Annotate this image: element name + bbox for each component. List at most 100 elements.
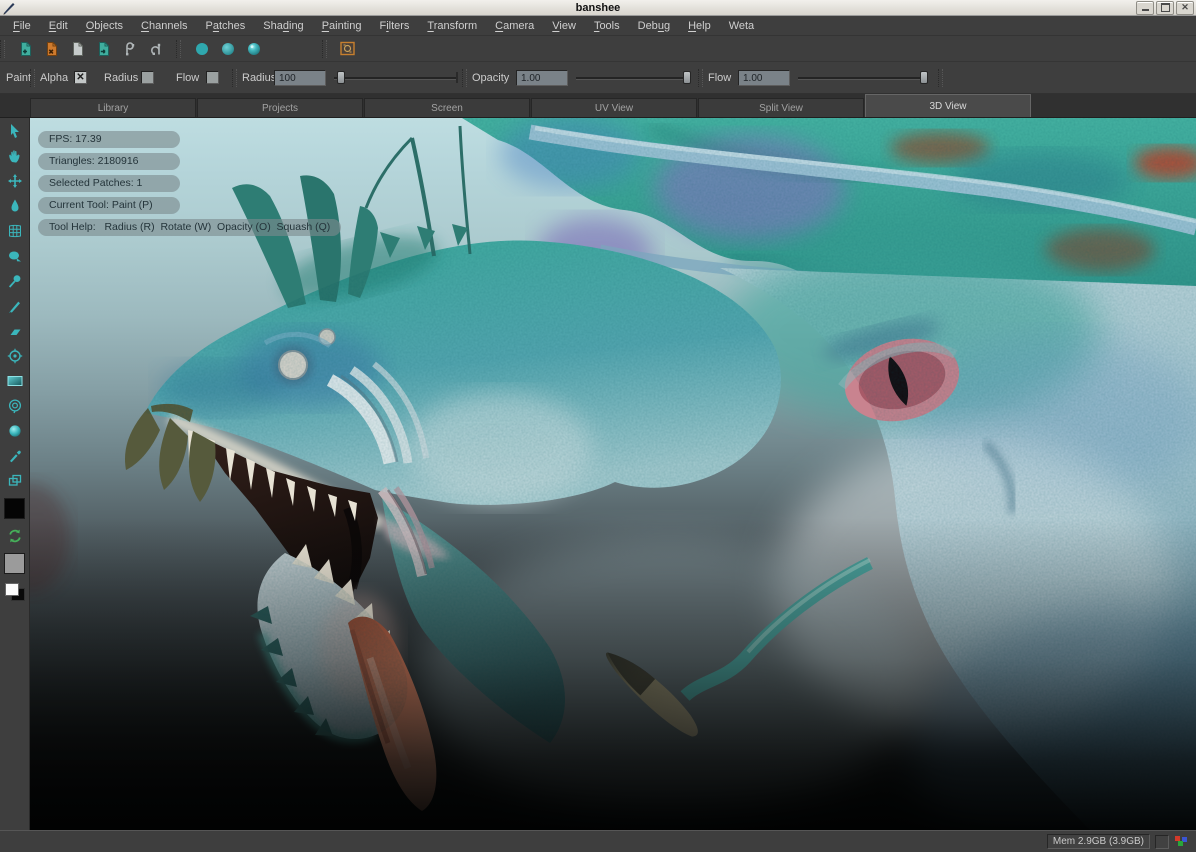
status-mini-box [1155, 835, 1169, 849]
window-title: banshee [0, 2, 1196, 14]
shading-shaded-icon[interactable] [219, 40, 236, 57]
alpha-label: Alpha [40, 72, 68, 84]
flow-toggle-checkbox[interactable] [206, 71, 219, 84]
lasso-tool[interactable] [5, 398, 25, 414]
open-project-icon[interactable] [69, 40, 86, 57]
opacity-slider[interactable] [576, 70, 690, 86]
radius-slider-handle[interactable] [337, 71, 345, 84]
menu-item[interactable]: Weta [720, 18, 763, 34]
view-tab[interactable]: 3D View [865, 94, 1031, 117]
menu-item[interactable]: File [4, 18, 40, 34]
projection-icon[interactable] [339, 40, 356, 57]
view-tab[interactable]: Split View [698, 98, 864, 117]
tool-sidebar [0, 118, 30, 830]
rgb-channels-icon [1174, 835, 1188, 848]
new-project-icon[interactable] [17, 40, 34, 57]
main-area: FPS: 17.39Triangles: 2180916Selected Pat… [0, 118, 1196, 830]
close-button[interactable]: ✕ [1176, 1, 1194, 15]
swap-colors-icon[interactable] [5, 528, 25, 544]
opacity-slider-handle[interactable] [683, 71, 691, 84]
import-icon[interactable] [95, 40, 112, 57]
pan-tool[interactable] [5, 148, 25, 164]
menu-item[interactable]: Camera [486, 18, 543, 34]
slider-groove [334, 77, 458, 80]
flow-field[interactable]: 1.00 [738, 70, 790, 86]
menu-item[interactable]: View [543, 18, 585, 34]
menu-item[interactable]: Shading [254, 18, 312, 34]
radius-slider[interactable] [334, 70, 458, 86]
paint-option-bar: Paint Alpha Radius Flow Radius 100 Opaci… [0, 62, 1196, 94]
hud-pill: FPS: 17.39 [38, 131, 180, 148]
minimize-button[interactable] [1136, 1, 1154, 15]
hud-pill: Tool Help: Radius (R) Rotate (W) Opacity… [38, 219, 341, 236]
radius-field[interactable]: 100 [274, 70, 326, 86]
select-tool[interactable] [5, 123, 25, 139]
view-tab[interactable]: Screen [364, 98, 530, 117]
default-colors-icon[interactable] [5, 583, 25, 601]
toolbar-grip [698, 69, 703, 87]
projection-group [327, 40, 368, 57]
radius-toggle-label: Radius [104, 72, 138, 84]
background-color-swatch[interactable] [4, 553, 25, 574]
memory-indicator: Mem 2.9GB (3.9GB) [1047, 834, 1150, 849]
viewport-3d[interactable]: FPS: 17.39Triangles: 2180916Selected Pat… [30, 118, 1196, 830]
toolbar-grip [232, 69, 237, 87]
menu-item[interactable]: Edit [40, 18, 77, 34]
menu-item[interactable]: Transform [418, 18, 486, 34]
flow-slider[interactable] [798, 70, 928, 86]
maximize-icon [1161, 3, 1170, 12]
close-project-icon[interactable] [43, 40, 60, 57]
view-tab[interactable]: Projects [197, 98, 363, 117]
status-bar: Mem 2.9GB (3.9GB) [0, 830, 1196, 852]
toolbar-grip [462, 69, 467, 87]
maximize-button[interactable] [1156, 1, 1174, 15]
title-bar: banshee ✕ [0, 0, 1196, 16]
toolbar-grip [938, 69, 943, 87]
warp-grid-tool[interactable] [5, 223, 25, 239]
menu-bar: FileEditObjectsChannelsPatchesShadingPai… [0, 16, 1196, 36]
shading-flat-icon[interactable] [193, 40, 210, 57]
hud-overlay: FPS: 17.39Triangles: 2180916Selected Pat… [38, 131, 341, 236]
marquee-select-tool[interactable] [5, 373, 25, 389]
slider-groove [798, 77, 928, 80]
radius-label: Radius [242, 72, 276, 84]
bottom-fade [30, 518, 1196, 830]
smudge-tool[interactable] [5, 248, 25, 264]
slider-groove [576, 77, 690, 80]
menu-item[interactable]: Objects [77, 18, 132, 34]
flow-label: Flow [708, 72, 731, 84]
blur-drop-tool[interactable] [5, 198, 25, 214]
clone-tool[interactable] [5, 348, 25, 364]
opacity-value: 1.00 [521, 73, 540, 84]
opacity-field[interactable]: 1.00 [516, 70, 568, 86]
move-tool[interactable] [5, 173, 25, 189]
sphere-paint-tool[interactable] [5, 423, 25, 439]
menu-item[interactable]: Painting [313, 18, 371, 34]
view-tab[interactable]: UV View [531, 98, 697, 117]
flow-slider-handle[interactable] [920, 71, 928, 84]
alpha-checkbox[interactable] [74, 71, 87, 84]
shading-textured-icon[interactable] [245, 40, 262, 57]
close-icon: ✕ [1181, 3, 1189, 12]
radius-value: 100 [279, 73, 296, 84]
menu-item[interactable]: Channels [132, 18, 197, 34]
path-tool-icon[interactable] [121, 40, 138, 57]
brush-tool[interactable] [5, 298, 25, 314]
menu-item[interactable]: Help [679, 18, 720, 34]
view-tab-bar: LibraryProjectsScreenUV ViewSplit View3D… [0, 94, 1196, 118]
minimize-icon [1142, 9, 1149, 11]
radius-toggle-checkbox[interactable] [141, 71, 154, 84]
curve-tool-icon[interactable] [147, 40, 164, 57]
pin-tool[interactable] [5, 273, 25, 289]
eraser-tool[interactable] [5, 323, 25, 339]
flow-toggle-label: Flow [176, 72, 199, 84]
copy-patch-tool[interactable] [5, 473, 25, 489]
eyedropper-tool[interactable] [5, 448, 25, 464]
view-tab[interactable]: Library [30, 98, 196, 117]
icon-toolbar [0, 36, 1196, 62]
menu-item[interactable]: Patches [197, 18, 255, 34]
foreground-color-swatch[interactable] [4, 498, 25, 519]
menu-item[interactable]: Tools [585, 18, 629, 34]
menu-item[interactable]: Debug [629, 18, 679, 34]
menu-item[interactable]: Filters [370, 18, 418, 34]
